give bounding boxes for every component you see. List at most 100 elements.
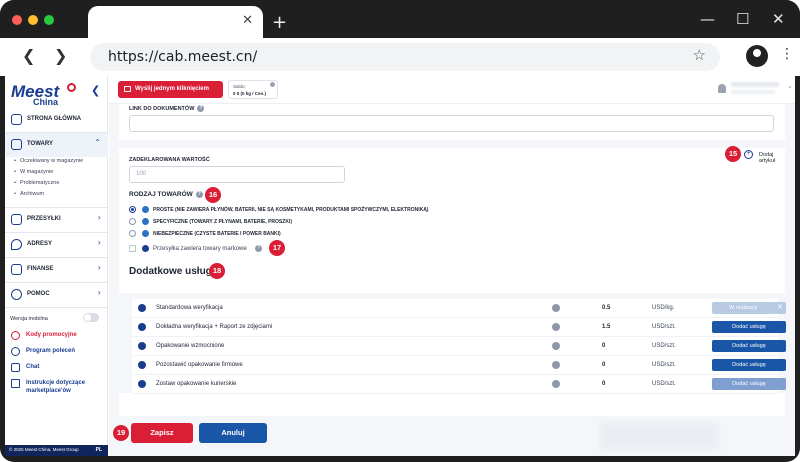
sidebar-item-przesylki[interactable]: PRZESYŁKI › — [5, 208, 108, 232]
service-name: Standardowa weryfikacja — [156, 305, 223, 311]
chevron-down-icon[interactable]: ⌄ — [787, 82, 793, 90]
service-action-label: Dodać usługę — [732, 381, 766, 387]
sidebar-link-referral[interactable]: Program poleceń — [5, 345, 108, 359]
sidebar-link-label: Program poleceń — [26, 348, 76, 354]
search-icon — [138, 304, 146, 312]
help-icon[interactable] — [552, 361, 560, 369]
sidebar-item-finanse[interactable]: FINANSE › — [5, 258, 108, 282]
extra-services-heading: Dodatkowe usługi — [129, 266, 215, 277]
service-unit: USD/szt. — [652, 381, 676, 387]
back-icon[interactable]: ❮ — [22, 46, 35, 65]
mobile-version-toggle[interactable] — [83, 313, 99, 322]
balance-value: 0 $ (0 kg / Cen.) — [233, 91, 267, 96]
chevron-right-icon: › — [97, 263, 101, 272]
sidebar-subitem-archive[interactable]: Archiwum — [14, 191, 44, 197]
service-action-label: Dodać usługę — [732, 343, 766, 349]
add-service-button[interactable]: Dodać usługę — [712, 378, 786, 390]
save-button[interactable]: Zapisz — [131, 423, 193, 443]
sidebar-subitem-in-warehouse[interactable]: W magazynie — [14, 169, 53, 175]
service-price: 0 — [602, 381, 606, 387]
browser-menu-icon[interactable]: ⋮ — [780, 46, 794, 62]
user-id-blurred — [731, 90, 775, 94]
sidebar-item-label: ADRESY — [27, 241, 53, 247]
goods-type-option-label[interactable]: NIEBEZPIECZNE (CZYSTE BATERIE I POWER BA… — [153, 231, 281, 237]
sidebar-item-label: STRONA GŁÓWNA — [27, 116, 82, 122]
help-icon[interactable]: ? — [195, 191, 203, 198]
bookmark-star-icon[interactable]: ☆ — [693, 46, 706, 64]
service-action-label: Dodać usługę — [732, 362, 766, 368]
add-article-link[interactable]: Dodaj artykuł — [759, 152, 785, 164]
meest-logo[interactable]: Meest China — [11, 82, 91, 108]
language-switch[interactable]: PL — [96, 447, 102, 453]
goods-type-radio-dangerous[interactable] — [129, 230, 136, 237]
new-tab-icon[interactable]: + — [272, 12, 287, 33]
goods-type-radio-specific[interactable] — [129, 218, 136, 225]
form-actions: 19 Zapisz Anuluj — [109, 416, 795, 456]
declared-value-input[interactable]: 100 — [129, 166, 345, 183]
goods-type-option-label[interactable]: PROSTE (NIE ZAWIERA PŁYNÓW, BATERII, NIE… — [153, 207, 428, 213]
sidebar-link-chat[interactable]: Chat — [5, 361, 108, 375]
close-window-dot[interactable] — [12, 15, 22, 25]
service-unit: USD/kg. — [652, 305, 675, 311]
address-bar[interactable]: https://cab.meest.cn/ ☆ — [90, 43, 720, 71]
service-price: 1.5 — [602, 324, 611, 330]
sidebar-link-promo-codes[interactable]: Kody promocyjne — [5, 329, 108, 343]
goods-type-radio-simple[interactable] — [129, 206, 136, 213]
browser-tab[interactable]: ✕ — [88, 6, 263, 38]
bell-icon[interactable] — [718, 84, 726, 93]
add-service-button[interactable]: Dodać usługę — [712, 359, 786, 371]
remove-service-icon[interactable]: ✕ — [774, 302, 786, 314]
app-header: Wyślij jednym kliknięciem Saldo: 0 $ (0 … — [109, 76, 795, 104]
service-action-label: Dodać usługę — [732, 324, 766, 330]
branded-goods-checkbox[interactable] — [129, 245, 136, 252]
cancel-button[interactable]: Anuluj — [199, 423, 267, 443]
sidebar-item-home[interactable]: STRONA GŁÓWNA — [5, 108, 108, 132]
goods-type-label: RODZAJ TOWARÓW? — [129, 191, 203, 199]
help-icon[interactable] — [552, 380, 560, 388]
sidebar-item-adresy[interactable]: ADRESY › — [5, 233, 108, 257]
close-icon[interactable]: ✕ — [772, 10, 785, 28]
chevron-right-icon: › — [97, 288, 101, 297]
service-name: Zostaw opakowanie kurierskie — [156, 381, 237, 387]
location-pin-icon — [11, 239, 22, 250]
tab-close-icon[interactable]: ✕ — [242, 13, 253, 28]
add-article-icon[interactable] — [744, 150, 753, 159]
balance-help-icon[interactable] — [270, 82, 275, 87]
sidebar-subitem-problematic[interactable]: Problematyczne — [14, 180, 59, 186]
help-icon[interactable]: ? — [197, 105, 205, 112]
box-icon — [11, 139, 22, 150]
sidebar-link-label: Chat — [26, 364, 40, 370]
add-service-button[interactable]: Dodać usługę — [712, 321, 786, 333]
chat-icon — [11, 363, 20, 372]
sidebar-link-instructions[interactable]: Instrukcje dotyczące marketplace'ów — [5, 377, 108, 399]
collapse-sidebar-icon[interactable]: ❮ — [91, 84, 100, 97]
maximize-icon[interactable]: ☐ — [736, 10, 749, 28]
chevron-right-icon: › — [97, 238, 101, 247]
service-name: Dokładna weryfikacja + Raport ze zdjęcia… — [156, 324, 273, 330]
sidebar-item-pomoc[interactable]: POMOC › — [5, 283, 108, 307]
sidebar-item-towary[interactable]: TOWARY ⌃ — [5, 133, 108, 157]
forward-icon[interactable]: ❯ — [54, 46, 67, 65]
goods-type-dangerous-icon — [142, 230, 149, 237]
add-service-button[interactable]: Dodać usługę — [712, 340, 786, 352]
copyright-text: © 2025 Meest China, Meest Group — [9, 447, 79, 452]
url-text[interactable]: https://cab.meest.cn/ — [108, 49, 257, 65]
help-icon[interactable]: ? — [255, 245, 262, 252]
logo-mark-icon — [67, 83, 76, 92]
help-icon[interactable] — [552, 342, 560, 350]
service-action-label: W realizacji — [728, 305, 758, 311]
profile-avatar-icon[interactable] — [746, 45, 768, 67]
service-unit: USD/szt. — [652, 324, 676, 330]
branded-goods-label[interactable]: Przesyłka zawiera towary markowe — [153, 246, 247, 252]
help-icon[interactable] — [552, 304, 560, 312]
minimize-icon[interactable]: — — [700, 10, 715, 28]
help-icon[interactable] — [552, 323, 560, 331]
document-link-input[interactable] — [129, 115, 774, 132]
user-name-blurred[interactable] — [731, 82, 779, 87]
services-list: Standardowa weryfikacja 0.5 USD/kg. W re… — [119, 293, 786, 394]
goods-type-option-label[interactable]: SPECYFICZNE (TOWARY Z PŁYNAMI, BATERIE, … — [153, 219, 292, 225]
sidebar-subitem-expected[interactable]: Oczekiwany w magazynie — [14, 158, 83, 164]
one-click-send-button[interactable]: Wyślij jednym kliknięciem — [118, 81, 223, 98]
maximize-window-dot[interactable] — [44, 15, 54, 25]
minimize-window-dot[interactable] — [28, 15, 38, 25]
